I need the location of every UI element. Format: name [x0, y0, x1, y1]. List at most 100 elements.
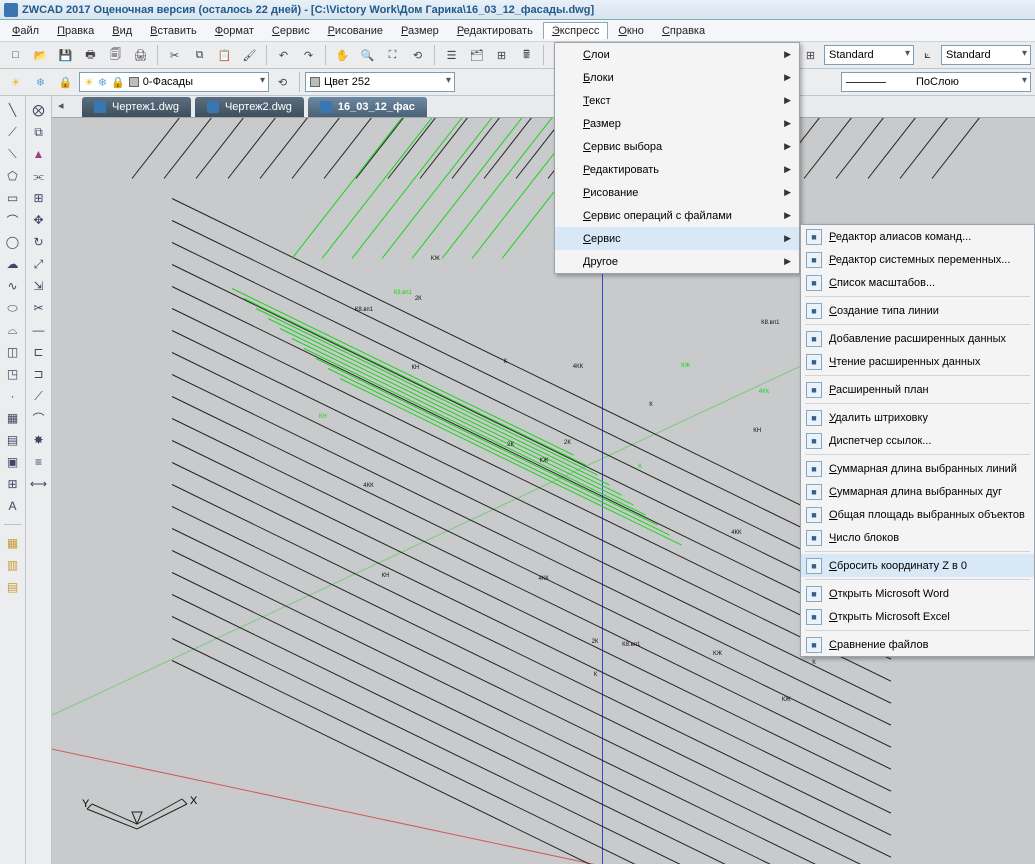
service-item[interactable]: ■Суммарная длина выбранных линий [801, 457, 1034, 480]
express-item[interactable]: Сервис▶ [555, 227, 799, 250]
dim-style-combo[interactable]: Standard [941, 45, 1031, 65]
express-item[interactable]: Размер▶ [555, 112, 799, 135]
move-icon[interactable]: ✥ [29, 210, 49, 230]
service-item[interactable]: ■Удалить штриховку [801, 406, 1034, 429]
offset-icon[interactable]: ⫘ [29, 166, 49, 186]
plot-icon[interactable]: 🖨 [129, 44, 152, 66]
service-item[interactable]: ■Редактор системных переменных... [801, 248, 1034, 271]
ellipse-icon[interactable]: ⬭ [3, 298, 23, 318]
chamfer-icon[interactable]: ⟋ [29, 386, 49, 406]
hatch-icon[interactable]: ▦ [3, 408, 23, 428]
menu-редактировать[interactable]: Редактировать [449, 23, 541, 39]
express-item[interactable]: Слои▶ [555, 43, 799, 66]
open-icon[interactable]: 📂 [29, 44, 52, 66]
drawing-tab[interactable]: Чертеж1.dwg [82, 97, 191, 117]
service-item[interactable]: ■Расширенный план [801, 378, 1034, 401]
region-icon[interactable]: ▣ [3, 452, 23, 472]
color-combo[interactable]: Цвет 252 [305, 72, 455, 92]
scale-icon[interactable]: ⤢ [29, 254, 49, 274]
rectangle-icon[interactable]: ▭ [3, 188, 23, 208]
zoom-window-icon[interactable]: ⛶ [381, 44, 404, 66]
match-icon[interactable]: 🖌 [238, 44, 261, 66]
spline-icon[interactable]: ∿ [3, 276, 23, 296]
stretch-icon[interactable]: ⇲ [29, 276, 49, 296]
express-item[interactable]: Блоки▶ [555, 66, 799, 89]
express-item[interactable]: Сервис выбора▶ [555, 135, 799, 158]
grid-icon[interactable]: ⊞ [799, 44, 822, 66]
xline-icon[interactable]: ⟋ [3, 122, 23, 142]
circle-icon[interactable]: ◯ [3, 232, 23, 252]
explode-icon[interactable]: ✸ [29, 430, 49, 450]
zoom-icon[interactable]: 🔍 [356, 44, 379, 66]
mirror-icon[interactable]: ▲ [29, 144, 49, 164]
polyline-icon[interactable]: ⟍ [3, 144, 23, 164]
layer-tool1-icon[interactable]: ▦ [3, 533, 23, 553]
drawing-tab[interactable]: 16_03_12_фас [308, 97, 427, 117]
undo-icon[interactable]: ↶ [272, 44, 295, 66]
make-block-icon[interactable]: ◳ [3, 364, 23, 384]
lineweight-combo[interactable]: ПоСлою [841, 72, 1031, 92]
copy-obj-icon[interactable]: ⧉ [29, 122, 49, 142]
service-item[interactable]: ■Создание типа линии [801, 299, 1034, 322]
express-item[interactable]: Текст▶ [555, 89, 799, 112]
service-item[interactable]: ■Редактор алиасов команд... [801, 225, 1034, 248]
layer-lock-icon[interactable]: 🔒 [54, 71, 77, 93]
new-icon[interactable]: □ [4, 44, 27, 66]
table-icon[interactable]: ⊞ [3, 474, 23, 494]
align-icon[interactable]: ≡ [29, 452, 49, 472]
menu-вставить[interactable]: Вставить [142, 23, 205, 39]
gradient-icon[interactable]: ▤ [3, 430, 23, 450]
lengthen-icon[interactable]: ⟷ [29, 474, 49, 494]
save-icon[interactable]: 💾 [54, 44, 77, 66]
service-item[interactable]: ■Диспетчер ссылок... [801, 429, 1034, 452]
mtext-icon[interactable]: A [3, 496, 23, 516]
tab-nav-prev-icon[interactable]: ◂ [58, 99, 64, 112]
service-item[interactable]: ■Список масштабов... [801, 271, 1034, 294]
trim-icon[interactable]: ✂ [29, 298, 49, 318]
design-center-icon[interactable]: 🗂 [465, 44, 488, 66]
service-item[interactable]: ■Сравнение файлов [801, 633, 1034, 656]
fillet-icon[interactable]: ⌒ [29, 408, 49, 428]
service-item[interactable]: ■Число блоков [801, 526, 1034, 549]
menu-формат[interactable]: Формат [207, 23, 262, 39]
service-item[interactable]: ■Открыть Microsoft Word [801, 582, 1034, 605]
layers-icon[interactable]: ☀ [4, 71, 27, 93]
text-style-combo[interactable]: Standard [824, 45, 914, 65]
cut-icon[interactable]: ✂ [163, 44, 186, 66]
layer-combo[interactable]: ☀❄🔒 0-Фасады [79, 72, 269, 92]
extend-icon[interactable]: — [29, 320, 49, 340]
express-item[interactable]: Рисование▶ [555, 181, 799, 204]
menu-экспресс[interactable]: Экспресс [543, 22, 609, 39]
line-icon[interactable]: ╲ [3, 100, 23, 120]
express-item[interactable]: Другое▶ [555, 250, 799, 273]
array-icon[interactable]: ⊞ [29, 188, 49, 208]
tool-palette-icon[interactable]: ⊞ [490, 44, 513, 66]
rotate-icon[interactable]: ↻ [29, 232, 49, 252]
layer-tool3-icon[interactable]: ▤ [3, 577, 23, 597]
menu-размер[interactable]: Размер [393, 23, 447, 39]
menu-рисование[interactable]: Рисование [320, 23, 391, 39]
polygon-icon[interactable]: ⬠ [3, 166, 23, 186]
join-icon[interactable]: ⊐ [29, 364, 49, 384]
erase-icon[interactable]: ⨂ [29, 100, 49, 120]
service-item[interactable]: ■Добавление расширенных данных [801, 327, 1034, 350]
menu-вид[interactable]: Вид [104, 23, 140, 39]
service-item[interactable]: ■Суммарная длина выбранных дуг [801, 480, 1034, 503]
menu-файл[interactable]: Файл [4, 23, 47, 39]
preview-icon[interactable]: 🗐 [104, 44, 127, 66]
point-icon[interactable]: · [3, 386, 23, 406]
insert-block-icon[interactable]: ◫ [3, 342, 23, 362]
layer-tool2-icon[interactable]: ▥ [3, 555, 23, 575]
revcloud-icon[interactable]: ☁ [3, 254, 23, 274]
break-icon[interactable]: ⊏ [29, 342, 49, 362]
layer-prev-icon[interactable]: ⟲ [271, 71, 294, 93]
arc-icon[interactable]: ⌒ [3, 210, 23, 230]
pan-icon[interactable]: ✋ [331, 44, 354, 66]
properties-icon[interactable]: ☰ [440, 44, 463, 66]
calc-icon[interactable]: 🖩 [515, 44, 538, 66]
zoom-previous-icon[interactable]: ⟲ [406, 44, 429, 66]
dim-icon[interactable]: ⟀ [916, 44, 939, 66]
drawing-tab[interactable]: Чертеж2.dwg [195, 97, 304, 117]
redo-icon[interactable]: ↷ [297, 44, 320, 66]
menu-правка[interactable]: Правка [49, 23, 102, 39]
